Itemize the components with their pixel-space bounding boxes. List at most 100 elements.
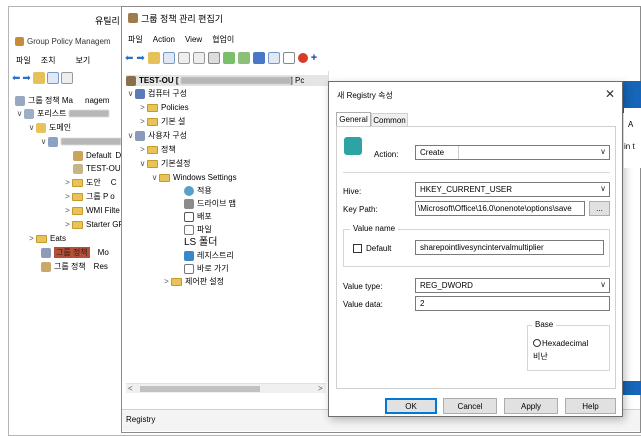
help-icon[interactable] xyxy=(252,52,265,64)
export-icon[interactable] xyxy=(237,52,250,64)
cancel-button[interactable]: Cancel xyxy=(443,398,497,414)
gpmc-tree-gp-results[interactable]: 그룹 정책 Res xyxy=(41,261,108,272)
gpme-tree-environment[interactable]: 적용 xyxy=(184,185,212,196)
gpme-tree-drive-maps[interactable]: 드라이브 맵 xyxy=(184,198,236,209)
properties-icon[interactable] xyxy=(60,72,73,84)
browse-button[interactable]: ... xyxy=(589,201,610,216)
scroll-left-icon[interactable]: < xyxy=(128,384,133,393)
default-checkbox[interactable] xyxy=(353,244,362,253)
gpme-tree-policies[interactable]: > Policies xyxy=(138,102,188,113)
folder-icon xyxy=(72,178,83,187)
gpmc-tree-test-ou[interactable]: TEST-OU xyxy=(73,163,121,174)
gpme-tree-root[interactable]: TEST-OU [ ] Pc xyxy=(126,75,328,86)
dialog-tab-common[interactable]: Common xyxy=(371,113,408,126)
gpme-tree-user-config[interactable]: ∨ 사용자 구성 xyxy=(126,130,187,141)
scroll-right-icon[interactable]: > xyxy=(318,384,323,393)
gpme-menu-action[interactable]: Action xyxy=(148,35,180,44)
refresh-icon[interactable] xyxy=(222,52,235,64)
gpme-tree-windows-settings[interactable]: ∨ Windows Settings xyxy=(150,172,237,183)
document-icon[interactable] xyxy=(282,52,295,64)
hive-dropdown[interactable]: HKEY_CURRENT_USER ∨ xyxy=(415,182,610,197)
back-arrow-icon[interactable]: ⬅ xyxy=(125,53,133,64)
stop-icon[interactable] xyxy=(297,53,308,63)
gpme-tree-user-policies[interactable]: > 정책 xyxy=(138,144,176,155)
gpme-menu-view[interactable]: View xyxy=(180,35,207,44)
value-name-input[interactable]: sharepointlivesyncintervalmultiplier xyxy=(415,240,604,255)
chevron-down-icon[interactable]: ∨ xyxy=(15,108,24,119)
gpme-tree-user-prefs[interactable]: ∨ 기본설정 xyxy=(138,158,191,169)
chevron-down-icon[interactable]: ∨ xyxy=(150,172,159,183)
dialog-tab-general[interactable]: General xyxy=(336,112,371,126)
chevron-right-icon[interactable]: > xyxy=(27,233,36,244)
chevron-down-icon[interactable]: ∨ xyxy=(138,158,147,169)
forward-arrow-icon[interactable]: ➡ xyxy=(22,73,30,84)
key-path-input[interactable]: \Microsoft\Office\16.0\onenote\options\s… xyxy=(415,201,585,216)
ok-button[interactable]: OK xyxy=(385,398,437,414)
decimal-radio-label: 비난 xyxy=(533,352,548,361)
gpme-tree-registry[interactable]: 레지스트리 xyxy=(184,250,234,261)
gpme-tree-preferences[interactable]: > 기본 설 xyxy=(138,116,185,127)
chevron-down-icon[interactable]: ∨ xyxy=(27,122,36,133)
chevron-right-icon[interactable]: > xyxy=(138,102,147,113)
gpmc-tree-domains[interactable]: ∨ 도메인 xyxy=(27,122,71,133)
scroll-thumb[interactable] xyxy=(140,386,260,392)
gpmc-tree-domain-node[interactable]: ∨ xyxy=(39,136,121,147)
gpo-icon xyxy=(126,75,136,86)
chevron-right-icon[interactable]: > xyxy=(162,276,171,287)
print-icon[interactable] xyxy=(207,52,220,64)
chevron-down-icon[interactable]: ∨ xyxy=(126,130,135,141)
view-icon[interactable] xyxy=(267,52,280,64)
environment-icon xyxy=(184,185,194,196)
chevron-right-icon[interactable]: > xyxy=(138,116,147,127)
value-type-dropdown[interactable]: REG_DWORD ∨ xyxy=(415,278,610,293)
gpmc-tree-gp-modeling[interactable]: 그룹 정책 Mo xyxy=(41,247,109,258)
gpme-tree-files[interactable]: 파일 xyxy=(184,224,212,235)
gpmc-tree-wmi[interactable]: > WMI Filte xyxy=(63,205,120,216)
gpmc-tree-site[interactable]: > 도안 C xyxy=(63,177,116,188)
gpme-menu-file[interactable]: 파일 xyxy=(128,34,148,45)
value-data-input[interactable]: 2 xyxy=(415,296,610,311)
copy-icon[interactable] xyxy=(177,52,190,64)
gpmc-tree-forest[interactable]: ∨ 포리스트 xyxy=(15,108,110,119)
chevron-down-icon[interactable]: ∨ xyxy=(39,136,48,147)
gpme-tree-computer-config[interactable]: ∨ 컴퓨터 구성 xyxy=(126,88,187,99)
chevron-right-icon[interactable]: > xyxy=(63,219,72,230)
chevron-down-icon[interactable]: ∨ xyxy=(126,88,135,99)
back-arrow-icon[interactable]: ⬅ xyxy=(12,73,20,84)
hex-radio[interactable] xyxy=(533,339,541,347)
gpme-tree-shortcuts[interactable]: 배포 xyxy=(184,211,212,222)
gpme-tree-control-panel[interactable]: > 제어판 설정 xyxy=(162,276,224,287)
apply-button[interactable]: Apply xyxy=(504,398,558,414)
chevron-right-icon[interactable]: > xyxy=(63,177,72,188)
gpmc-menu-action[interactable]: 조치 xyxy=(36,55,61,66)
gpmc-tree-root[interactable]: 그룹 정책 Ma nagem xyxy=(15,95,109,106)
gpmc-tree-gp[interactable]: > 그룹 P o xyxy=(63,191,115,202)
gpmc-tree-eats[interactable]: > Eats xyxy=(27,233,66,244)
action-dropdown-value: Create xyxy=(420,148,445,157)
up-folder-icon[interactable] xyxy=(147,52,160,64)
chevron-right-icon[interactable]: > xyxy=(63,191,72,202)
chevron-down-icon[interactable]: ∨ xyxy=(600,184,606,193)
paste-icon[interactable] xyxy=(192,52,205,64)
forward-arrow-icon[interactable]: ➡ xyxy=(136,53,144,64)
console-tree-icon[interactable] xyxy=(46,72,59,84)
gpme-tree-shortcuts2[interactable]: 바로 가기 xyxy=(184,263,229,274)
help-button[interactable]: Help xyxy=(565,398,616,414)
chevron-right-icon[interactable]: > xyxy=(63,205,72,216)
gpmc-tree-starter[interactable]: > Starter GP xyxy=(63,219,124,230)
add-icon[interactable]: + xyxy=(311,52,317,64)
tree-horizontal-scrollbar[interactable]: < > xyxy=(126,383,326,393)
folder-up-icon[interactable] xyxy=(32,72,45,84)
action-dropdown[interactable]: Create ∨ xyxy=(415,145,610,160)
chevron-right-icon[interactable]: > xyxy=(138,144,147,155)
gpmc-menu-view[interactable]: 보기 xyxy=(70,55,95,66)
gpo-link-icon xyxy=(73,150,83,161)
gpmc-tree-default[interactable]: Default D xyxy=(73,150,121,161)
chevron-down-icon[interactable]: ∨ xyxy=(600,280,606,289)
chevron-down-icon[interactable]: ∨ xyxy=(600,147,606,156)
close-icon[interactable]: ✕ xyxy=(605,87,615,101)
show-tree-icon[interactable] xyxy=(162,52,175,64)
gpmc-menu-file[interactable]: 파일 xyxy=(11,55,36,66)
gpme-tree-folders[interactable]: LS 폴더 xyxy=(184,237,217,248)
gpme-menu-help[interactable]: 협업이 xyxy=(207,34,239,45)
